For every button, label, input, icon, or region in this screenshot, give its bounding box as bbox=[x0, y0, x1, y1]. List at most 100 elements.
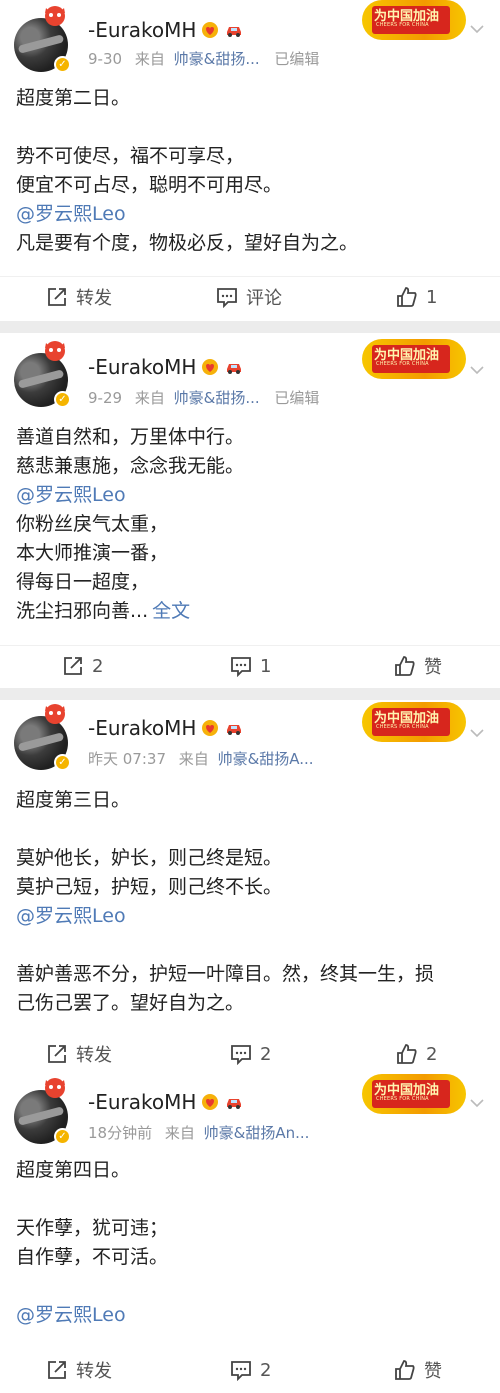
comment-label: 评论 bbox=[246, 288, 282, 309]
comment-icon bbox=[217, 288, 237, 308]
post-content: 超度第四日。 天作孽，犹可违； 自作孽，不可活。 @罗云熙Leo bbox=[16, 1156, 486, 1330]
avatar-pendant-icon bbox=[45, 704, 65, 724]
post-source[interactable]: 帅豪&甜扬... bbox=[174, 389, 260, 407]
post-content: 超度第二日。 势不可使尽，福不可享尽， 便宜不可占尽，聪明不可用尽。 @罗云熙L… bbox=[16, 84, 486, 258]
edited-label: 已编辑 bbox=[274, 389, 320, 407]
post-time: 昨天 07:37 bbox=[88, 750, 166, 768]
mention-link[interactable]: @罗云熙Leo bbox=[16, 1301, 486, 1330]
banner-subtitle: CHEERS FOR CHINA bbox=[376, 361, 429, 367]
repost-button[interactable]: 转发 bbox=[46, 1034, 112, 1074]
content-line: 自作孽，不可活。 bbox=[16, 1246, 169, 1268]
post-content: 超度第三日。 莫妒他长，妒长，则己终是短。 莫护己短，护短，则己终不长。 @罗云… bbox=[16, 786, 486, 1018]
banner-subtitle: CHEERS FOR CHINA bbox=[376, 724, 429, 730]
content-line: 凡是要有个度，物极必反，望好自为之。 bbox=[16, 232, 359, 254]
content-line: 超度第二日。 bbox=[16, 87, 131, 109]
comment-button[interactable]: 1 bbox=[230, 646, 271, 686]
post-toolbar: 转发 2 赞 bbox=[0, 1350, 500, 1390]
content-line: 本大师推演一番， bbox=[16, 542, 169, 564]
like-count: 1 bbox=[426, 286, 438, 308]
post-toolbar: 2 1 赞 bbox=[0, 645, 500, 685]
heart-badge-icon bbox=[202, 1094, 219, 1110]
username[interactable]: -EurakoMH bbox=[88, 355, 196, 379]
post-content: 善道自然和，万里体中行。 慈悲兼惠施，念念我无能。 @罗云熙Leo 你粉丝戾气太… bbox=[16, 423, 486, 626]
verified-icon: ✓ bbox=[54, 1128, 71, 1145]
truncated-line: 洗尘扫邪向善... bbox=[16, 600, 149, 622]
post-source[interactable]: 帅豪&甜扬A... bbox=[218, 750, 314, 768]
content-line: 势不可使尽，福不可享尽， bbox=[16, 145, 245, 167]
mention-link[interactable]: @罗云熙Leo bbox=[16, 902, 486, 931]
comment-icon bbox=[231, 1361, 251, 1381]
repost-icon bbox=[64, 657, 82, 675]
content-line: 莫妒他长，妒长，则己终是短。 bbox=[16, 847, 283, 869]
car-badge-icon bbox=[227, 725, 242, 735]
post-meta: 18分钟前 来自 帅豪&甜扬An... bbox=[88, 1122, 309, 1143]
like-icon bbox=[397, 287, 417, 307]
post-meta: 9-29 来自 帅豪&甜扬... 已编辑 bbox=[88, 387, 319, 408]
post-card: ✓ -EurakoMH 18分钟前 来自 帅豪&甜扬An... 为中国加油 CH… bbox=[0, 1074, 500, 1393]
verified-icon: ✓ bbox=[54, 391, 71, 408]
repost-icon bbox=[48, 1361, 66, 1379]
post-card: ✓ -EurakoMH 9-30 来自 帅豪&甜扬... 已编辑 为中国加油 C… bbox=[0, 0, 500, 321]
username[interactable]: -EurakoMH bbox=[88, 716, 196, 740]
username[interactable]: -EurakoMH bbox=[88, 18, 196, 42]
comment-count: 2 bbox=[260, 1359, 272, 1381]
avatar[interactable]: ✓ bbox=[14, 1078, 71, 1145]
like-label: 赞 bbox=[424, 1361, 442, 1382]
post-toolbar: 转发 评论 1 bbox=[0, 276, 500, 316]
post-time: 18分钟前 bbox=[88, 1124, 153, 1142]
like-button[interactable]: 1 bbox=[396, 277, 437, 317]
chevron-down-icon[interactable] bbox=[468, 1094, 486, 1112]
like-icon bbox=[397, 1044, 417, 1064]
heart-badge-icon bbox=[202, 22, 219, 38]
avatar[interactable]: ✓ bbox=[14, 704, 71, 771]
promo-banner[interactable]: 为中国加油 CHEERS FOR CHINA bbox=[362, 0, 466, 40]
mention-link[interactable]: @罗云熙Leo bbox=[16, 481, 486, 510]
heart-badge-icon bbox=[202, 720, 219, 736]
source-prefix: 来自 bbox=[178, 750, 209, 768]
full-text-link[interactable]: 全文 bbox=[152, 600, 190, 622]
post-source[interactable]: 帅豪&甜扬... bbox=[174, 50, 260, 68]
like-button[interactable]: 赞 bbox=[394, 646, 442, 686]
comment-button[interactable]: 2 bbox=[230, 1350, 271, 1390]
comment-count: 1 bbox=[260, 655, 272, 677]
content-line: 天作孽，犹可违； bbox=[16, 1217, 169, 1239]
chevron-down-icon[interactable] bbox=[468, 724, 486, 742]
comment-button[interactable]: 2 bbox=[230, 1034, 271, 1074]
post-source[interactable]: 帅豪&甜扬An... bbox=[204, 1124, 310, 1142]
chevron-down-icon[interactable] bbox=[468, 361, 486, 379]
content-line: 己伤己罢了。望好自为之。 bbox=[16, 992, 245, 1014]
content-line: 得每日一超度， bbox=[16, 571, 150, 593]
car-badge-icon bbox=[227, 364, 242, 374]
mention-link[interactable]: @罗云熙Leo bbox=[16, 200, 486, 229]
like-label: 赞 bbox=[424, 657, 442, 678]
repost-label: 转发 bbox=[76, 288, 112, 309]
comment-button[interactable]: 评论 bbox=[216, 277, 282, 317]
car-badge-icon bbox=[227, 1099, 242, 1109]
like-count: 2 bbox=[426, 1043, 438, 1065]
like-button[interactable]: 赞 bbox=[394, 1350, 442, 1390]
avatar-pendant-icon bbox=[45, 6, 65, 26]
verified-icon: ✓ bbox=[54, 754, 71, 771]
avatar[interactable]: ✓ bbox=[14, 6, 71, 73]
content-line: 莫护己短，护短，则己终不长。 bbox=[16, 876, 283, 898]
avatar[interactable]: ✓ bbox=[14, 341, 71, 408]
repost-label: 转发 bbox=[76, 1361, 112, 1382]
username[interactable]: -EurakoMH bbox=[88, 1090, 196, 1114]
content-line: 善道自然和，万里体中行。 bbox=[16, 426, 245, 448]
chevron-down-icon[interactable] bbox=[468, 20, 486, 38]
like-button[interactable]: 2 bbox=[396, 1034, 437, 1074]
content-line: 便宜不可占尽，聪明不可用尽。 bbox=[16, 174, 283, 196]
like-icon bbox=[395, 1360, 415, 1380]
promo-banner[interactable]: 为中国加油 CHEERS FOR CHINA bbox=[362, 702, 466, 742]
promo-banner[interactable]: 为中国加油 CHEERS FOR CHINA bbox=[362, 1074, 466, 1114]
banner-subtitle: CHEERS FOR CHINA bbox=[376, 22, 429, 28]
repost-button[interactable]: 转发 bbox=[46, 277, 112, 317]
repost-label: 转发 bbox=[76, 1045, 112, 1066]
promo-banner[interactable]: 为中国加油 CHEERS FOR CHINA bbox=[362, 339, 466, 379]
content-line: 你粉丝戾气太重， bbox=[16, 513, 169, 535]
comment-icon bbox=[231, 1045, 251, 1065]
repost-button[interactable]: 转发 bbox=[46, 1350, 112, 1390]
source-prefix: 来自 bbox=[134, 50, 165, 68]
comment-count: 2 bbox=[260, 1043, 272, 1065]
repost-button[interactable]: 2 bbox=[62, 646, 103, 686]
